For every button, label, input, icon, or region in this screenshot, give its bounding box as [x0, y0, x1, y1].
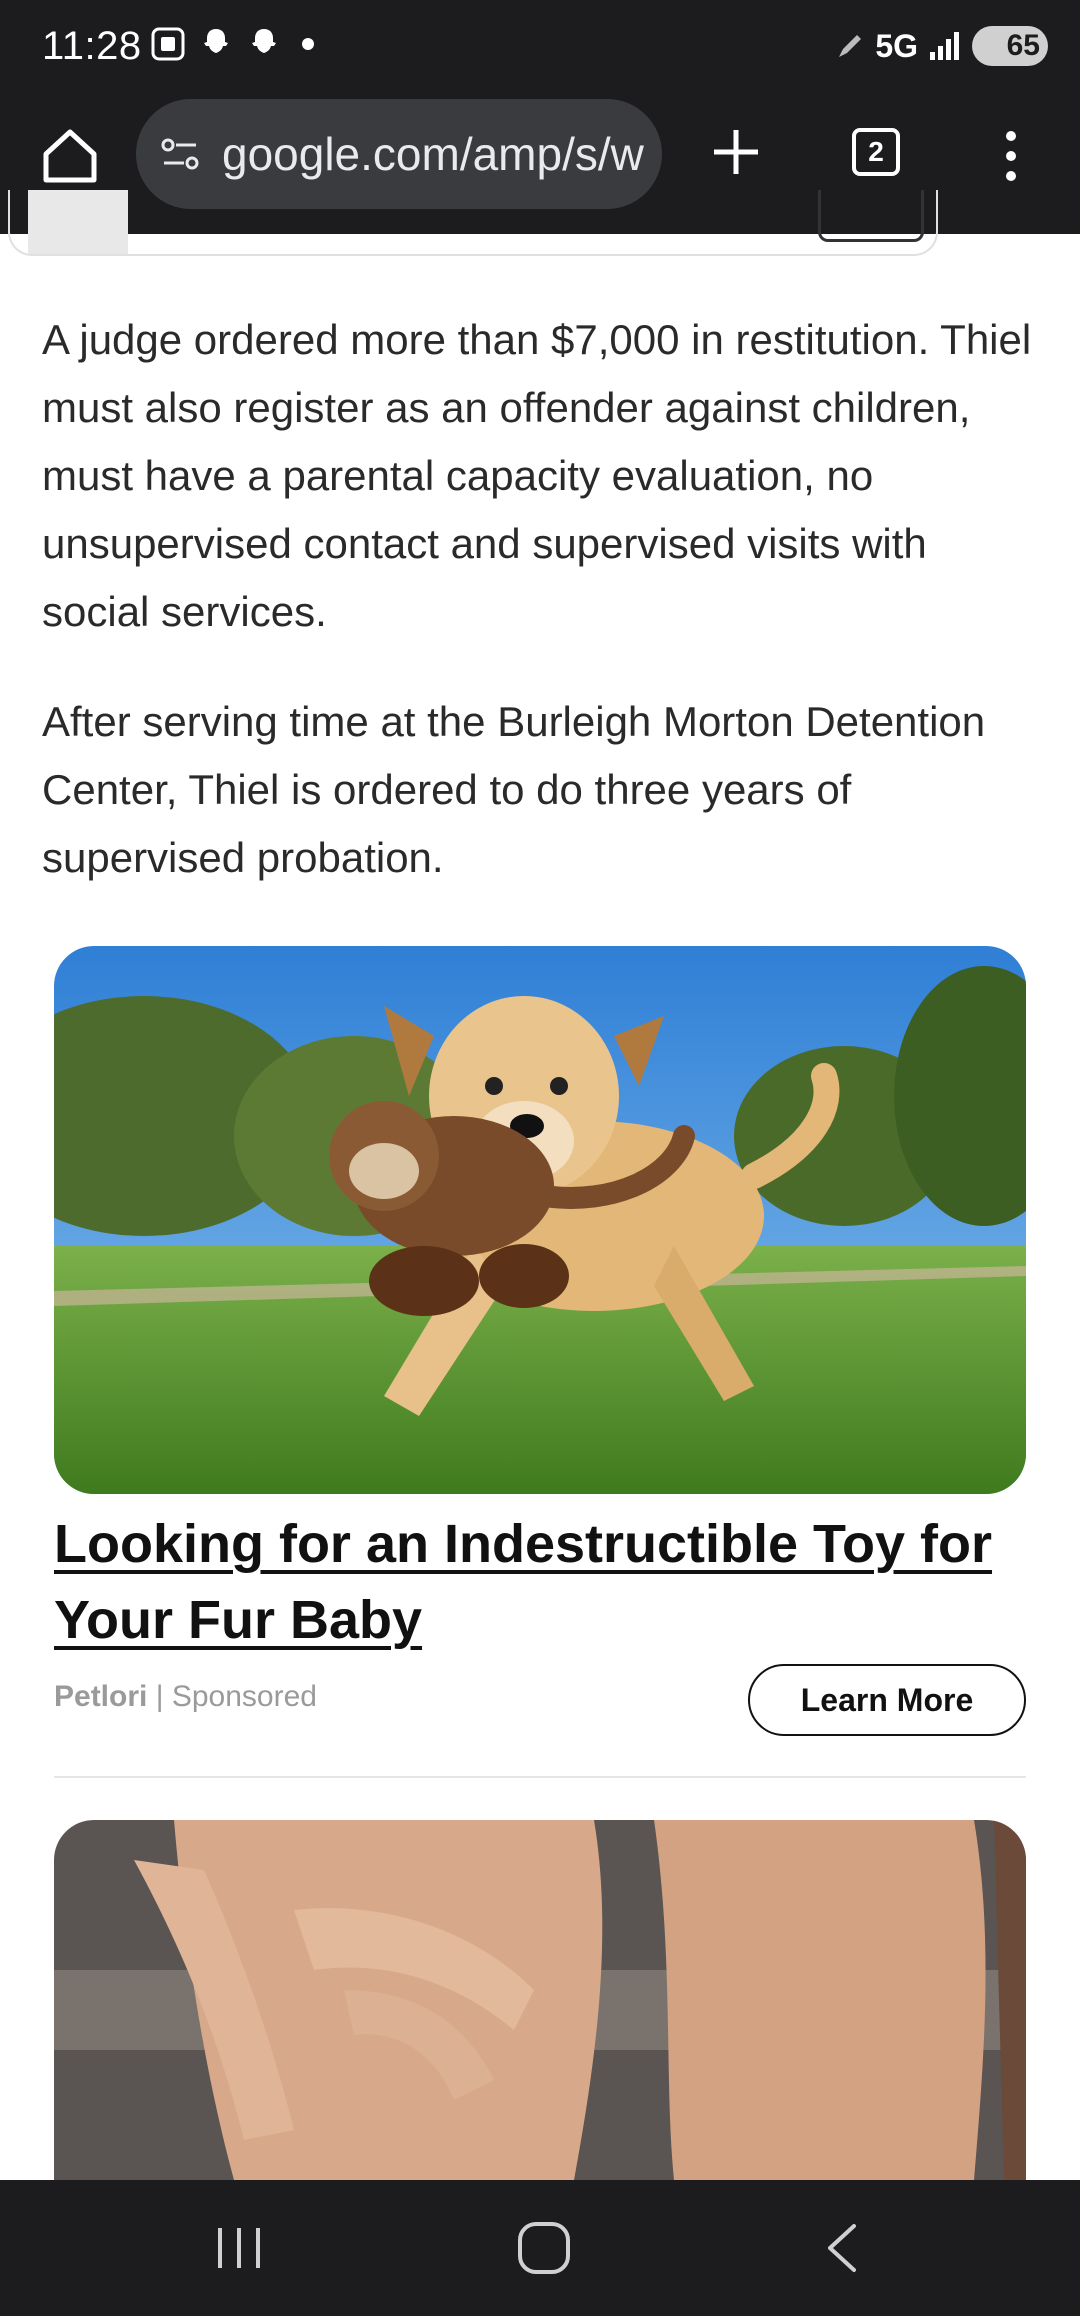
tab-switcher-button[interactable]: 2 [852, 128, 900, 176]
home-button-icon[interactable] [516, 2220, 572, 2276]
site-settings-icon[interactable] [158, 131, 204, 177]
tab-count: 2 [868, 136, 884, 167]
knee-pain-photo [54, 1820, 1026, 2180]
pen-icon [839, 35, 862, 57]
battery-indicator: 65 [972, 26, 1048, 66]
ad-brand[interactable]: Petlori [54, 1680, 147, 1713]
system-indicators: 5G 65 [835, 26, 1048, 66]
second-ad-image[interactable] [54, 1820, 1026, 2180]
url-text: google.com/amp/s/w [222, 128, 644, 180]
home-icon[interactable] [38, 124, 102, 188]
notification-icons [150, 26, 314, 62]
ad-image[interactable] [54, 946, 1026, 1494]
battery-level: 65 [1006, 29, 1040, 62]
signal-icon [930, 32, 959, 60]
new-tab-icon[interactable] [706, 122, 766, 182]
snapchat-icon-2 [252, 29, 276, 53]
ad-headline-link[interactable]: Looking for an Indestructible Toy for Yo… [54, 1506, 1026, 1658]
back-icon[interactable] [822, 2222, 862, 2274]
status-bar: 11:28 5G 65 [0, 0, 1080, 94]
clipped-thumbnail [28, 190, 128, 254]
dog-with-toy-photo [54, 946, 1026, 1494]
learn-more-button[interactable]: Learn More [748, 1664, 1026, 1736]
system-navigation-bar [0, 2180, 1080, 2316]
article-paragraph: A judge ordered more than $7,000 in rest… [42, 316, 1032, 635]
more-notifications-dot [302, 38, 314, 50]
clipped-button[interactable] [818, 190, 924, 242]
clipped-content-card [8, 190, 938, 256]
screenshot-icon [151, 27, 185, 61]
ad-attribution: Petlori | Sponsored [54, 1680, 317, 1714]
snapchat-icon [204, 29, 228, 53]
article-paragraph: After serving time at the Burleigh Morto… [42, 698, 986, 881]
article-body: A judge ordered more than $7,000 in rest… [42, 306, 1042, 934]
recent-apps-icon[interactable] [212, 2224, 266, 2272]
network-type: 5G [875, 27, 918, 64]
ad-sponsored-label: Sponsored [171, 1680, 317, 1713]
status-time: 11:28 [42, 24, 142, 68]
ad-separator: | [155, 1680, 164, 1713]
more-menu-icon[interactable] [996, 128, 1026, 184]
ad-divider [54, 1776, 1026, 1778]
